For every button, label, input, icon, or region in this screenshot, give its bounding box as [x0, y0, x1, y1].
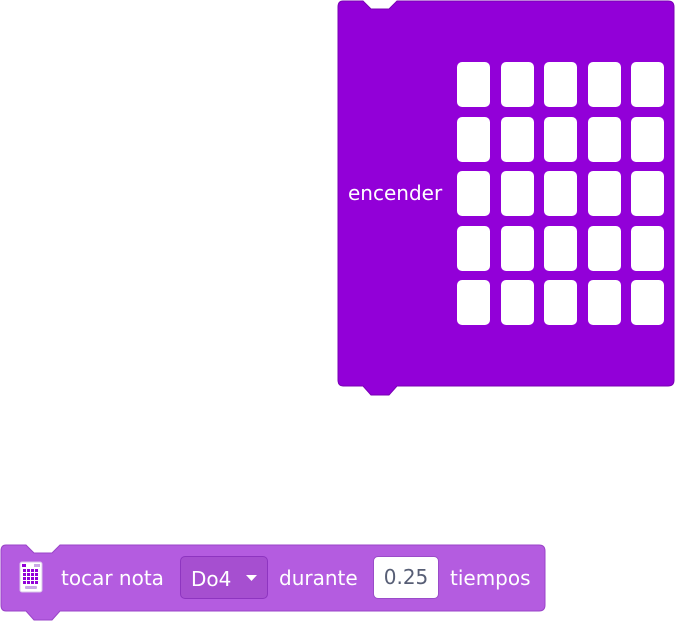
play-note-block[interactable]: tocar nota Do4 durante 0.25 tiempos — [0, 544, 547, 621]
led-cell[interactable] — [587, 225, 621, 271]
led-cell[interactable] — [457, 62, 490, 107]
note-dropdown[interactable]: Do4 — [180, 556, 268, 599]
led-matrix[interactable] — [457, 62, 665, 326]
led-cell[interactable] — [631, 225, 664, 271]
led-cell[interactable] — [500, 280, 534, 325]
play-note-label: tocar nota — [61, 566, 164, 590]
led-cell[interactable] — [631, 280, 664, 325]
duration-label: durante — [279, 566, 358, 590]
led-cell[interactable] — [544, 62, 577, 107]
led-cell[interactable] — [457, 280, 490, 325]
led-cell[interactable] — [500, 225, 534, 271]
led-cell[interactable] — [631, 116, 664, 162]
encender-label: encender — [348, 181, 443, 205]
led-cell[interactable] — [457, 225, 490, 271]
led-cell[interactable] — [587, 62, 621, 107]
microbit-extension-icon — [19, 561, 43, 593]
chevron-down-icon — [246, 575, 257, 581]
led-cell[interactable] — [544, 171, 577, 216]
led-cell[interactable] — [457, 116, 490, 162]
led-cell[interactable] — [587, 171, 621, 216]
led-cell[interactable] — [500, 62, 534, 107]
note-value: Do4 — [191, 567, 232, 591]
led-cell[interactable] — [457, 171, 490, 216]
led-cell[interactable] — [544, 116, 577, 162]
led-cell[interactable] — [544, 280, 577, 325]
led-cell[interactable] — [631, 171, 664, 216]
led-cell[interactable] — [587, 116, 621, 162]
beats-input[interactable]: 0.25 — [373, 556, 439, 599]
led-cell[interactable] — [500, 171, 534, 216]
led-cell[interactable] — [544, 225, 577, 271]
code-workspace: encender tocar nota Do4 durante 0.25 tie… — [0, 0, 675, 621]
led-cell[interactable] — [587, 280, 621, 325]
encender-block[interactable]: encender — [337, 0, 675, 400]
led-cell[interactable] — [631, 62, 664, 107]
led-cell[interactable] — [500, 116, 534, 162]
beats-unit-label: tiempos — [450, 566, 531, 590]
